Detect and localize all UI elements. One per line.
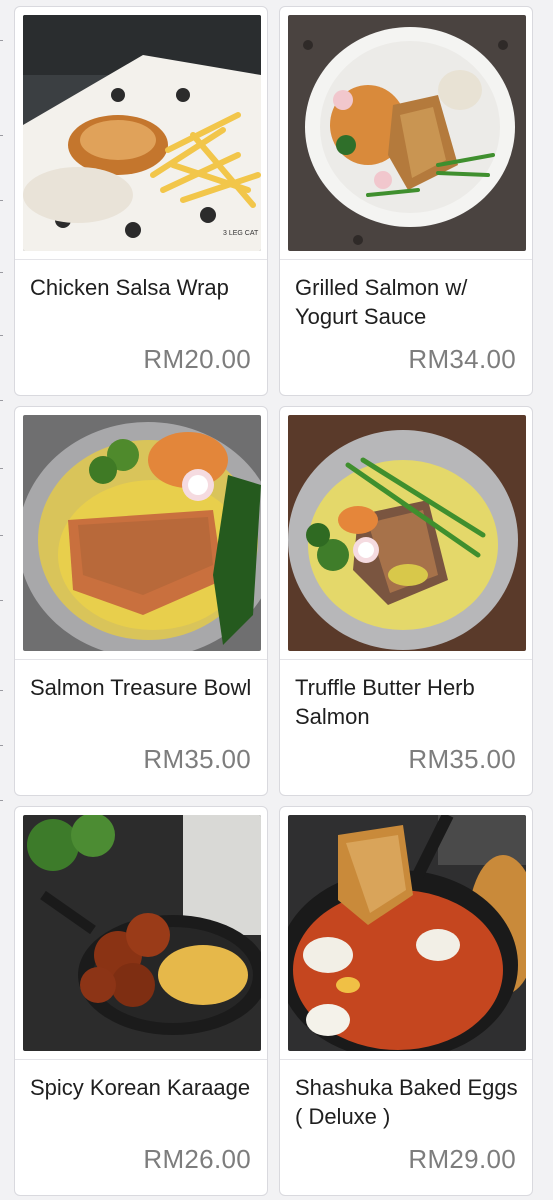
menu-item-card[interactable]: Grilled Salmon w/ Yogurt Sauce RM34.00 xyxy=(279,6,533,396)
shashuka-baked-eggs-photo xyxy=(288,815,526,1051)
food-photo: 3 LEG CAT xyxy=(23,15,261,251)
spicy-korean-karaage-photo xyxy=(23,815,261,1051)
item-price: RM34.00 xyxy=(408,344,516,374)
food-photo xyxy=(23,815,261,1051)
item-price: RM20.00 xyxy=(143,344,251,374)
card-divider xyxy=(280,259,532,260)
card-divider xyxy=(15,259,267,260)
menu-item-card[interactable]: Salmon Treasure Bowl RM35.00 xyxy=(14,406,268,796)
food-photo xyxy=(288,815,526,1051)
item-name: Chicken Salsa Wrap xyxy=(30,275,229,300)
food-photo xyxy=(288,415,526,651)
menu-item-card[interactable]: 3 LEG CAT Chicken Salsa Wrap RM20.00 xyxy=(14,6,268,396)
card-divider xyxy=(15,659,267,660)
photo-brand-text: 3 LEG CAT xyxy=(223,230,259,237)
item-name: Salmon Treasure Bowl xyxy=(30,675,252,700)
item-name: Grilled Salmon w/ Yogurt Sauce xyxy=(295,275,468,329)
truffle-butter-herb-salmon-photo xyxy=(288,415,526,651)
card-divider xyxy=(280,1059,532,1060)
food-photo xyxy=(23,415,261,651)
card-divider xyxy=(280,659,532,660)
chicken-salsa-wrap-photo: 3 LEG CAT xyxy=(23,15,261,251)
item-name: Truffle Butter Herb Salmon xyxy=(295,675,475,729)
item-price: RM26.00 xyxy=(143,1144,251,1174)
menu-item-card[interactable]: Shashuka Baked Eggs ( Deluxe ) RM29.00 xyxy=(279,806,533,1196)
grilled-salmon-photo xyxy=(288,15,526,251)
item-name: Shashuka Baked Eggs ( Deluxe ) xyxy=(295,1075,518,1129)
item-price: RM29.00 xyxy=(408,1144,516,1174)
card-divider xyxy=(15,1059,267,1060)
menu-item-card[interactable]: Truffle Butter Herb Salmon RM35.00 xyxy=(279,406,533,796)
salmon-treasure-bowl-photo xyxy=(23,415,261,651)
item-price: RM35.00 xyxy=(408,744,516,774)
menu-grid: 3 LEG CAT Chicken Salsa Wrap RM20.00 Gri… xyxy=(14,6,533,1196)
left-edge-marks xyxy=(0,0,4,1200)
item-price: RM35.00 xyxy=(143,744,251,774)
food-photo xyxy=(288,15,526,251)
menu-item-card[interactable]: Spicy Korean Karaage RM26.00 xyxy=(14,806,268,1196)
item-name: Spicy Korean Karaage xyxy=(30,1075,251,1100)
